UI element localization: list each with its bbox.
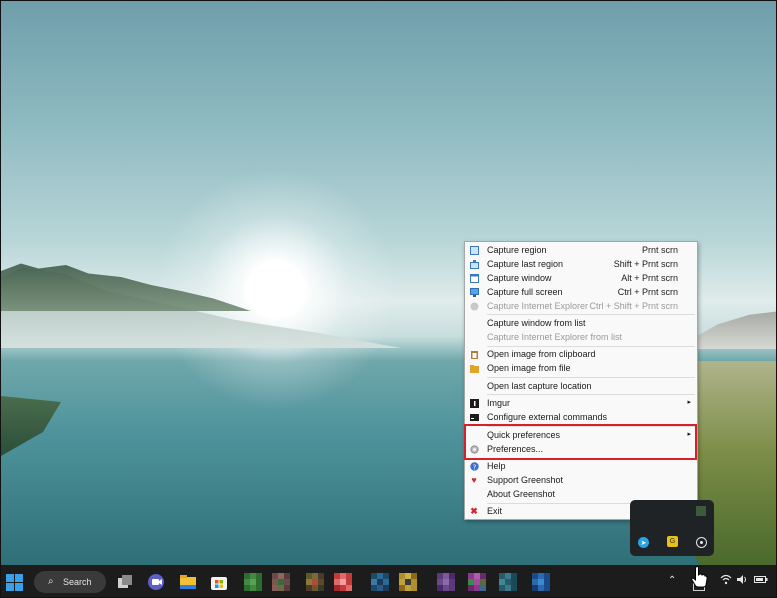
menu-item-label: Exit bbox=[487, 506, 503, 516]
tray-app-icon[interactable] bbox=[696, 506, 706, 516]
capture-region-icon bbox=[469, 245, 479, 255]
menu-item-label: Support Greenshot bbox=[487, 475, 564, 485]
microsoft-store-icon[interactable] bbox=[210, 573, 228, 591]
clipboard-icon bbox=[469, 349, 479, 359]
capture-last-region-icon bbox=[469, 259, 479, 269]
monitor-icon bbox=[469, 287, 479, 297]
menu-item-label: Capture Internet Explorer from list bbox=[487, 332, 623, 342]
menu-item-imgur[interactable]: Imgur ▸ bbox=[465, 396, 697, 410]
menu-separator bbox=[487, 394, 695, 395]
pinned-app-icon[interactable] bbox=[334, 573, 352, 591]
menu-item-capture-window[interactable]: Capture window Alt + Prnt scrn bbox=[465, 271, 697, 285]
hand-cursor-icon bbox=[690, 566, 708, 588]
pinned-app-icon[interactable] bbox=[499, 573, 517, 591]
menu-item-capture-ie[interactable]: Capture Internet Explorer Ctrl + Shift +… bbox=[465, 299, 697, 313]
menu-item-label: Capture Internet Explorer bbox=[487, 301, 589, 311]
wallpaper-shore bbox=[1, 396, 61, 456]
menu-item-label: Open image from clipboard bbox=[487, 349, 596, 359]
greenshot-icon[interactable]: G bbox=[667, 536, 678, 547]
menu-item-capture-full-screen[interactable]: Capture full screen Ctrl + Prnt scrn bbox=[465, 285, 697, 299]
menu-item-help[interactable]: ? Help bbox=[465, 459, 697, 473]
greenshot-context-menu: Capture region Prnt scrn Capture last re… bbox=[464, 241, 698, 520]
volume-icon[interactable] bbox=[736, 574, 748, 590]
menu-item-shortcut: Ctrl + Prnt scrn bbox=[617, 287, 678, 297]
pinned-app-icon[interactable] bbox=[437, 573, 455, 591]
menu-item-shortcut: Ctrl + Shift + Prnt scrn bbox=[589, 301, 678, 311]
wallpaper-trees bbox=[1, 263, 251, 311]
teams-icon[interactable] bbox=[147, 573, 165, 591]
wifi-icon[interactable] bbox=[720, 574, 732, 590]
pinned-app-icon[interactable] bbox=[306, 573, 324, 591]
close-icon: ✖ bbox=[470, 506, 478, 516]
menu-item-open-from-file[interactable]: Open image from file bbox=[465, 361, 697, 375]
menu-item-about-greenshot[interactable]: About Greenshot bbox=[465, 487, 697, 501]
menu-item-label: Open last capture location bbox=[487, 381, 592, 391]
file-explorer-icon[interactable] bbox=[179, 573, 197, 591]
menu-separator bbox=[487, 314, 695, 315]
menu-item-label: Help bbox=[487, 461, 506, 471]
highlight-box bbox=[464, 424, 697, 460]
ie-icon bbox=[469, 301, 479, 311]
menu-item-label: Open image from file bbox=[487, 363, 571, 373]
heart-icon: ♥ bbox=[471, 475, 477, 485]
capture-window-icon bbox=[469, 273, 479, 283]
submenu-arrow-icon: ▸ bbox=[687, 399, 691, 406]
tray-overflow-flyout: ➤ G bbox=[630, 500, 714, 556]
menu-item-shortcut: Prnt scrn bbox=[641, 245, 678, 255]
pinned-app-icon[interactable] bbox=[244, 573, 262, 591]
wallpaper-hill-right bbox=[691, 311, 776, 349]
pinned-app-icon[interactable] bbox=[399, 573, 417, 591]
screen: Capture region Prnt scrn Capture last re… bbox=[0, 0, 777, 598]
search-icon: ⌕ bbox=[48, 576, 54, 587]
terminal-icon bbox=[469, 412, 479, 422]
pinned-app-icon[interactable] bbox=[532, 573, 550, 591]
menu-item-label: Capture last region bbox=[487, 259, 564, 269]
search-label: Search bbox=[63, 577, 92, 587]
menu-item-shortcut: Alt + Prnt scrn bbox=[621, 273, 678, 283]
help-icon: ? bbox=[469, 461, 479, 471]
menu-item-label: Capture window from list bbox=[487, 318, 586, 328]
menu-item-label: Configure external commands bbox=[487, 412, 608, 422]
chevron-up-icon[interactable]: ⌃ bbox=[668, 574, 676, 588]
menu-item-capture-window-from-list[interactable]: Capture window from list bbox=[465, 316, 697, 330]
open-file-icon bbox=[469, 363, 479, 373]
menu-item-capture-last-region[interactable]: Capture last region Shift + Prnt scrn bbox=[465, 257, 697, 271]
pinned-app-icon[interactable] bbox=[468, 573, 486, 591]
menu-item-support-greenshot[interactable]: ♥ Support Greenshot bbox=[465, 473, 697, 487]
task-view-icon[interactable] bbox=[116, 573, 134, 591]
menu-item-capture-ie-from-list[interactable]: Capture Internet Explorer from list bbox=[465, 330, 697, 344]
menu-item-capture-region[interactable]: Capture region Prnt scrn bbox=[465, 243, 697, 257]
pinned-app-icon[interactable] bbox=[371, 573, 389, 591]
menu-item-shortcut: Shift + Prnt scrn bbox=[613, 259, 678, 269]
imgur-icon bbox=[469, 398, 479, 408]
svg-text:?: ? bbox=[472, 463, 476, 471]
menu-item-label: Imgur bbox=[487, 398, 511, 408]
menu-item-label: Capture window bbox=[487, 273, 552, 283]
menu-item-open-from-clipboard[interactable]: Open image from clipboard bbox=[465, 347, 697, 361]
menu-item-label: About Greenshot bbox=[487, 489, 556, 499]
battery-icon[interactable] bbox=[754, 574, 768, 590]
settings-tray-icon[interactable] bbox=[696, 537, 707, 548]
start-icon[interactable] bbox=[6, 574, 23, 591]
taskbar-search[interactable]: ⌕ Search bbox=[34, 571, 106, 593]
menu-item-label: Capture full screen bbox=[487, 287, 563, 297]
menu-item-label: Capture region bbox=[487, 245, 547, 255]
telegram-icon[interactable]: ➤ bbox=[638, 537, 649, 548]
taskbar: ⌕ Search ⌃ bbox=[1, 565, 776, 597]
menu-separator bbox=[487, 377, 695, 378]
menu-item-configure-external-commands[interactable]: Configure external commands bbox=[465, 410, 697, 424]
pinned-app-icon[interactable] bbox=[272, 573, 290, 591]
menu-item-open-last-capture-location[interactable]: Open last capture location bbox=[465, 379, 697, 393]
